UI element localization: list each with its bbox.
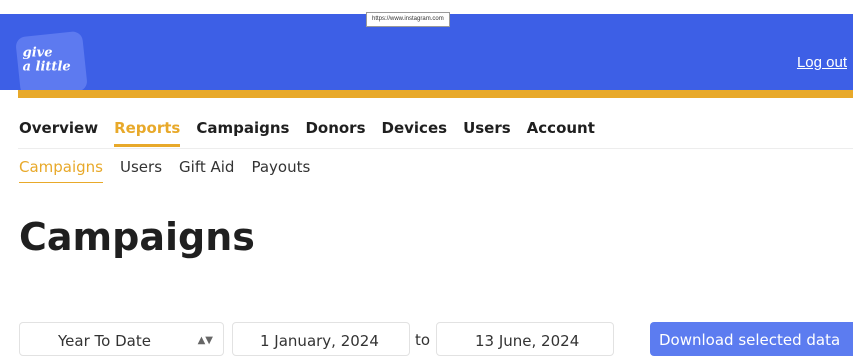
logout-link[interactable]: Log out [797, 54, 847, 71]
period-select-value: Year To Date [58, 332, 151, 350]
logo-line-1: give [22, 45, 53, 61]
accent-bar [18, 90, 853, 98]
logo-text: give a little [22, 45, 71, 75]
main-nav-reports[interactable]: Reports [114, 119, 181, 147]
page-title: Campaigns [19, 215, 255, 259]
main-nav-account[interactable]: Account [527, 119, 595, 147]
sub-nav-users[interactable]: Users [120, 158, 162, 183]
givealittle-logo[interactable]: give a little [15, 30, 88, 98]
download-data-button[interactable]: Download selected data [650, 322, 853, 356]
date-range-separator: to [415, 331, 431, 349]
end-date-field[interactable]: 13 June, 2024 [436, 322, 614, 356]
main-nav-overview[interactable]: Overview [19, 119, 98, 147]
start-date-field[interactable]: 1 January, 2024 [232, 322, 410, 356]
link-url-tooltip: https://www.instagram.com [366, 12, 450, 27]
main-nav: Overview Reports Campaigns Donors Device… [19, 119, 611, 147]
main-nav-campaigns[interactable]: Campaigns [196, 119, 289, 147]
logo-line-2: a little [22, 59, 71, 75]
nav-divider [18, 148, 853, 149]
select-arrows-icon: ▲▼ [197, 335, 213, 346]
main-nav-devices[interactable]: Devices [382, 119, 448, 147]
sub-nav: Campaigns Users Gift Aid Payouts [19, 158, 327, 183]
sub-nav-payouts[interactable]: Payouts [251, 158, 310, 183]
period-select[interactable]: Year To Date ▲▼ [19, 322, 224, 356]
main-nav-donors[interactable]: Donors [305, 119, 365, 147]
sub-nav-gift-aid[interactable]: Gift Aid [179, 158, 234, 183]
main-nav-users[interactable]: Users [463, 119, 511, 147]
sub-nav-campaigns[interactable]: Campaigns [19, 158, 104, 183]
